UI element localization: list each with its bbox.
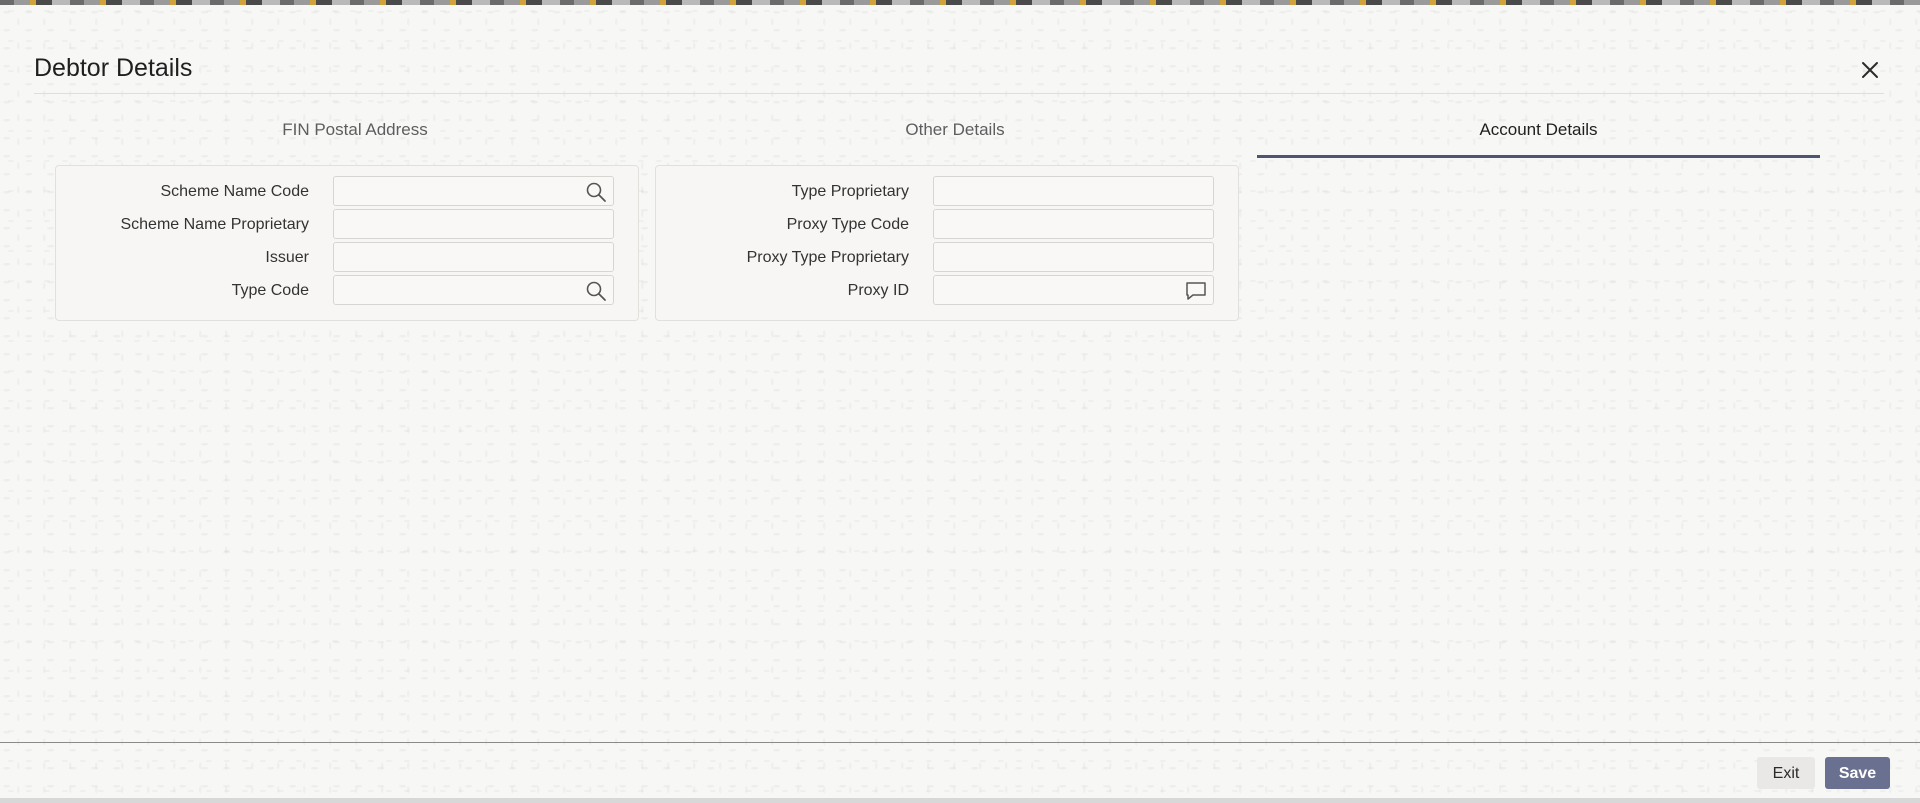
- proxy-id-input[interactable]: [934, 276, 1213, 304]
- save-button[interactable]: Save: [1825, 757, 1890, 789]
- scheme-name-code-field[interactable]: [333, 176, 614, 206]
- tab-fin-postal-address[interactable]: FIN Postal Address: [55, 115, 655, 155]
- header-divider: [34, 93, 1884, 94]
- proxy-id-field[interactable]: [933, 275, 1214, 305]
- dialog-title: Debtor Details: [34, 54, 193, 82]
- type-proprietary-input[interactable]: [934, 177, 1213, 205]
- type-code-label: Type Code: [231, 282, 309, 299]
- scheme-name-proprietary-label: Scheme Name Proprietary: [120, 216, 309, 233]
- field-row-type-code: Type Code: [56, 275, 638, 307]
- search-icon[interactable]: [585, 280, 607, 302]
- field-row-proxy-type-code: Proxy Type Code: [656, 209, 1238, 241]
- issuer-field[interactable]: [333, 242, 614, 272]
- type-proprietary-field[interactable]: [933, 176, 1214, 206]
- scheme-name-code-input[interactable]: [334, 177, 613, 205]
- field-row-proxy-id: Proxy ID: [656, 275, 1238, 307]
- left-fields-panel: Scheme Name Code Scheme Name Proprietary…: [55, 165, 639, 321]
- type-code-field[interactable]: [333, 275, 614, 305]
- footer-divider: [0, 742, 1920, 743]
- field-row-scheme-name-code: Scheme Name Code: [56, 176, 638, 208]
- tab-other-details[interactable]: Other Details: [655, 115, 1255, 155]
- issuer-input[interactable]: [334, 243, 613, 271]
- scheme-name-code-label: Scheme Name Code: [160, 183, 309, 200]
- comment-icon[interactable]: [1185, 280, 1207, 302]
- field-row-issuer: Issuer: [56, 242, 638, 274]
- field-row-scheme-name-proprietary: Scheme Name Proprietary: [56, 209, 638, 241]
- bottom-strip: [0, 798, 1920, 803]
- exit-button[interactable]: Exit: [1757, 757, 1815, 789]
- right-fields-panel: Type Proprietary Proxy Type Code Proxy T…: [655, 165, 1239, 321]
- tab-bar: FIN Postal Address Other Details Account…: [0, 115, 1920, 158]
- proxy-type-proprietary-label: Proxy Type Proprietary: [746, 249, 909, 266]
- field-row-type-proprietary: Type Proprietary: [656, 176, 1238, 208]
- dialog-header: Debtor Details: [0, 5, 1920, 94]
- field-row-proxy-type-proprietary: Proxy Type Proprietary: [656, 242, 1238, 274]
- scheme-name-proprietary-field[interactable]: [333, 209, 614, 239]
- proxy-type-code-label: Proxy Type Code: [786, 216, 909, 233]
- proxy-type-code-field[interactable]: [933, 209, 1214, 239]
- close-icon[interactable]: [1858, 58, 1882, 82]
- debtor-details-dialog: Debtor Details FIN Postal Address Other …: [0, 5, 1920, 803]
- search-icon[interactable]: [585, 181, 607, 203]
- scheme-name-proprietary-input[interactable]: [334, 210, 613, 238]
- type-proprietary-label: Type Proprietary: [791, 183, 909, 200]
- proxy-id-label: Proxy ID: [847, 282, 909, 299]
- tab-account-details[interactable]: Account Details: [1257, 115, 1820, 158]
- proxy-type-proprietary-input[interactable]: [934, 243, 1213, 271]
- proxy-type-proprietary-field[interactable]: [933, 242, 1214, 272]
- issuer-label: Issuer: [265, 249, 309, 266]
- type-code-input[interactable]: [334, 276, 613, 304]
- proxy-type-code-input[interactable]: [934, 210, 1213, 238]
